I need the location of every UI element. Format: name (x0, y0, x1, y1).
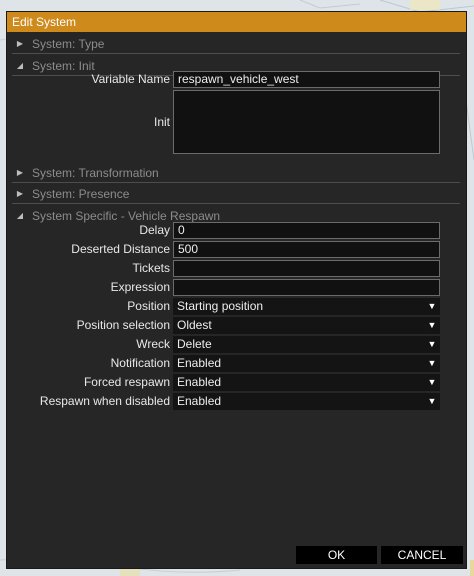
dropdown-arrow-icon[interactable]: ▼ (424, 355, 440, 372)
wreck-value: Delete (177, 337, 212, 351)
forced-respawn-value: Enabled (177, 375, 222, 389)
position-selection-value: Oldest (177, 318, 212, 332)
deserted-distance-label: Deserted Distance (71, 242, 170, 256)
forced-respawn-label: Forced respawn (83, 375, 170, 389)
dialog-title: Edit System (7, 12, 466, 32)
tickets-label: Tickets (132, 261, 170, 275)
section-label: System: Transformation (32, 166, 159, 180)
dropdown-arrow-icon[interactable]: ▼ (424, 298, 440, 315)
cancel-button[interactable]: CANCEL (381, 546, 463, 564)
row-tickets: Tickets (12, 260, 460, 277)
expression-label: Expression (110, 280, 170, 294)
variable-name-input[interactable]: respawn_vehicle_west (173, 71, 440, 88)
row-delay: Delay 0 (12, 222, 460, 239)
row-forced-respawn: Forced respawn Enabled ▼ (12, 374, 460, 391)
row-respawn-when-disabled: Respawn when disabled Enabled ▼ (12, 393, 460, 410)
position-selection-label: Position selection (76, 318, 170, 332)
row-position-selection: Position selection Oldest ▼ (12, 317, 460, 334)
wreck-select[interactable]: Delete ▼ (173, 336, 440, 353)
deserted-distance-input[interactable]: 500 (173, 241, 440, 258)
triangle-right-icon: ▶ (16, 189, 24, 198)
position-selection-select[interactable]: Oldest ▼ (173, 317, 440, 334)
expression-input[interactable] (173, 279, 440, 296)
row-position: Position Starting position ▼ (12, 298, 460, 315)
row-wreck: Wreck Delete ▼ (12, 336, 460, 353)
edit-system-dialog: Edit System ▶ System: Type ◢ System: Ini… (7, 12, 466, 568)
position-label: Position (127, 299, 170, 313)
row-notification: Notification Enabled ▼ (12, 355, 460, 372)
forced-respawn-select[interactable]: Enabled ▼ (173, 374, 440, 391)
section-system-type[interactable]: ▶ System: Type (12, 34, 460, 54)
wreck-label: Wreck (136, 337, 170, 351)
delay-input[interactable]: 0 (173, 222, 440, 239)
dropdown-arrow-icon[interactable]: ▼ (424, 393, 440, 410)
init-label: Init (153, 115, 170, 129)
row-expression: Expression (12, 279, 460, 296)
respawn-when-disabled-label: Respawn when disabled (39, 394, 170, 408)
respawn-when-disabled-select[interactable]: Enabled ▼ (173, 393, 440, 410)
respawn-when-disabled-value: Enabled (177, 394, 222, 408)
position-value: Starting position (177, 299, 264, 313)
delay-label: Delay (139, 223, 170, 237)
notification-select[interactable]: Enabled ▼ (173, 355, 440, 372)
notification-value: Enabled (177, 356, 222, 370)
section-label: System: Type (32, 37, 105, 51)
ok-button[interactable]: OK (296, 546, 377, 564)
dialog-footer: OK CANCEL (7, 544, 466, 568)
section-system-transformation[interactable]: ▶ System: Transformation (12, 163, 460, 183)
init-textarea[interactable] (173, 90, 440, 154)
tickets-input[interactable] (173, 260, 440, 277)
row-deserted-distance: Deserted Distance 500 (12, 241, 460, 258)
dropdown-arrow-icon[interactable]: ▼ (424, 374, 440, 391)
dropdown-arrow-icon[interactable]: ▼ (424, 336, 440, 353)
dropdown-arrow-icon[interactable]: ▼ (424, 317, 440, 334)
position-select[interactable]: Starting position ▼ (173, 298, 440, 315)
section-system-presence[interactable]: ▶ System: Presence (12, 184, 460, 204)
section-label: System: Presence (32, 187, 130, 201)
row-variable-name: Variable Name respawn_vehicle_west (12, 71, 460, 88)
variable-name-label: Variable Name (91, 72, 170, 86)
triangle-right-icon: ▶ (16, 168, 24, 177)
triangle-right-icon: ▶ (16, 39, 24, 48)
notification-label: Notification (110, 356, 170, 370)
